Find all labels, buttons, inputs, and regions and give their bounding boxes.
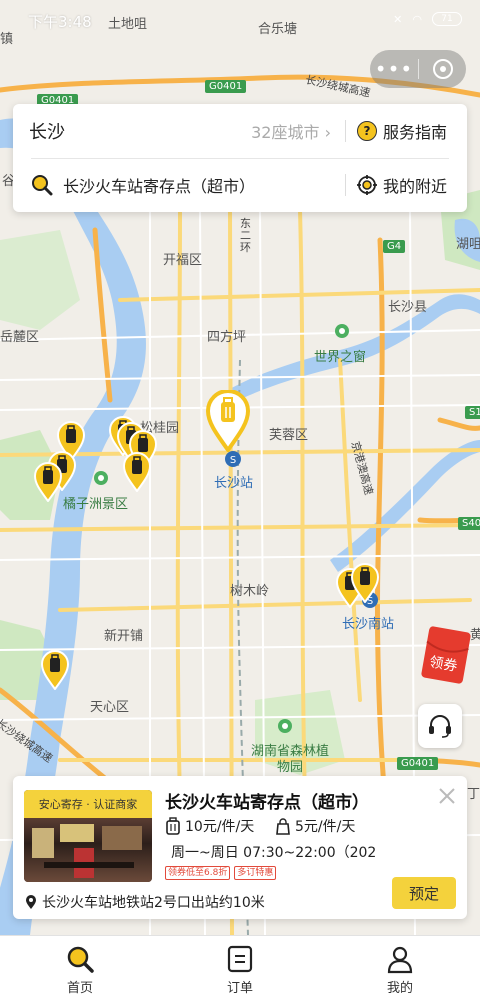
- map-label: 新开铺: [104, 629, 144, 644]
- road-badge: G0401: [397, 757, 439, 770]
- mute-icon: ✕: [393, 12, 403, 26]
- miniprogram-capsule: •••: [370, 50, 466, 88]
- location-target-icon: [357, 175, 377, 195]
- search-icon: [64, 943, 96, 975]
- tab-orders[interactable]: 订单: [160, 936, 320, 999]
- user-icon: [384, 943, 416, 975]
- search-input[interactable]: 长沙火车站寄存点（超市）: [63, 173, 255, 197]
- city-row: 长沙 32座城市 › ? 服务指南: [13, 104, 467, 158]
- tab-home[interactable]: 首页: [0, 936, 160, 999]
- hours-text: 周一~周日 07:30~22:00（202...: [171, 845, 375, 861]
- road-badge: S1: [465, 406, 480, 419]
- map-label: 长沙站: [214, 476, 254, 491]
- map-label: 湖南省森林植物园: [250, 744, 329, 775]
- promo-tags: 领券低至6.8折 多订特惠: [165, 866, 277, 880]
- map-label: 芙蓉区: [269, 428, 309, 443]
- service-guide-label: 服务指南: [383, 123, 448, 142]
- map-label: 四方坪: [207, 330, 247, 345]
- svg-text:S: S: [230, 455, 236, 466]
- map-label: 东二环: [240, 217, 251, 254]
- coupon-button[interactable]: 领券: [421, 623, 475, 685]
- nearby-label: 我的附近: [383, 177, 448, 196]
- price-small-text: 5元/件/天: [295, 819, 356, 835]
- map-label: 岳麓区: [0, 330, 40, 345]
- suitcase-icon: [166, 817, 180, 835]
- price-large: 10元/件/天: [165, 816, 254, 836]
- service-guide-button[interactable]: ? 服务指南: [357, 119, 447, 143]
- certified-badge: 安心寄存 · 认证商家: [24, 790, 152, 818]
- red-envelope-icon: 领券: [421, 626, 471, 684]
- search-card: 长沙 32座城市 › ? 服务指南 长沙火车站寄存点（超市） 我的附近: [13, 104, 467, 212]
- question-icon: ?: [357, 121, 377, 141]
- opening-hours: 周一~周日 07:30~22:00（202...: [165, 842, 375, 862]
- map-label: 开福区: [163, 253, 203, 268]
- tab-label: 订单: [226, 981, 253, 996]
- divider: [345, 120, 346, 142]
- road-badge: G0401: [205, 80, 247, 93]
- search-row: 长沙火车站寄存点（超市） 我的附近: [13, 158, 467, 212]
- storage-pin[interactable]: [40, 650, 70, 690]
- storage-pin[interactable]: [122, 452, 152, 492]
- wifi-icon: ◠: [412, 12, 422, 26]
- storage-pin[interactable]: [350, 563, 380, 603]
- more-button[interactable]: •••: [370, 50, 418, 88]
- promo-tag: 领券低至6.8折: [165, 866, 231, 880]
- current-city[interactable]: 长沙: [29, 118, 65, 144]
- city-count-text: 32座城市: [251, 123, 320, 142]
- book-button[interactable]: 预定: [392, 877, 456, 909]
- close-miniprogram-button[interactable]: [419, 59, 466, 79]
- road-badge: G4: [383, 240, 406, 253]
- order-icon: [224, 943, 256, 975]
- status-icons: ✕ ◠ 71: [393, 12, 462, 26]
- headset-icon: [429, 715, 451, 738]
- battery-indicator: 71: [432, 12, 462, 26]
- tab-label: 首页: [66, 981, 93, 996]
- tab-label: 我的: [386, 981, 413, 996]
- park-icon: [335, 324, 349, 338]
- selected-storage-pin[interactable]: [205, 390, 251, 452]
- promo-tag: 多订特惠: [234, 866, 277, 880]
- search-icon: [32, 175, 53, 196]
- status-bar: 下午3:48 ✕ ◠ 71: [0, 0, 480, 40]
- map-label: 丁: [467, 787, 480, 802]
- map-label: 树木岭: [230, 584, 270, 599]
- target-icon: [432, 59, 453, 79]
- store-card[interactable]: 安心寄存 · 认证商家 长沙火车站寄存点（超市） 10元/件/天 5元/件/天: [13, 776, 467, 919]
- chevron-right-icon: ›: [324, 123, 331, 142]
- close-icon[interactable]: [437, 786, 457, 806]
- map-label: 长沙县: [388, 300, 428, 315]
- park-icon: [94, 471, 108, 485]
- map-label: 天心区: [90, 700, 130, 715]
- price-small: 5元/件/天: [275, 816, 355, 836]
- map-label: 橘子洲景区: [63, 497, 129, 512]
- road-badge: S40: [458, 517, 480, 530]
- map-label: 世界之窗: [314, 350, 367, 365]
- tab-bar: 首页 订单 我的: [0, 935, 480, 999]
- store-address: 长沙火车站地铁站2号口出站约10米: [25, 892, 265, 912]
- nearby-button[interactable]: 我的附近: [357, 173, 447, 197]
- divider: [345, 174, 346, 196]
- address-text: 长沙火车站地铁站2号口出站约10米: [42, 895, 265, 911]
- store-name: 长沙火车站寄存点（超市）: [165, 793, 369, 813]
- city-count-link[interactable]: 32座城市 ›: [251, 119, 331, 143]
- bag-icon: [276, 818, 290, 835]
- map-label: 长沙南站: [342, 617, 395, 632]
- park-icon: [278, 719, 292, 733]
- store-photo: [24, 818, 152, 882]
- status-time: 下午3:48: [28, 13, 92, 31]
- customer-service-button[interactable]: [418, 704, 462, 748]
- location-pin-icon: [26, 895, 36, 909]
- metro-icon: S: [225, 451, 241, 467]
- map-label: 湖咀: [456, 237, 480, 252]
- storage-pin[interactable]: [33, 462, 63, 502]
- price-large-text: 10元/件/天: [185, 819, 255, 835]
- tab-profile[interactable]: 我的: [320, 936, 480, 999]
- store-thumbnail: 安心寄存 · 认证商家: [24, 790, 152, 882]
